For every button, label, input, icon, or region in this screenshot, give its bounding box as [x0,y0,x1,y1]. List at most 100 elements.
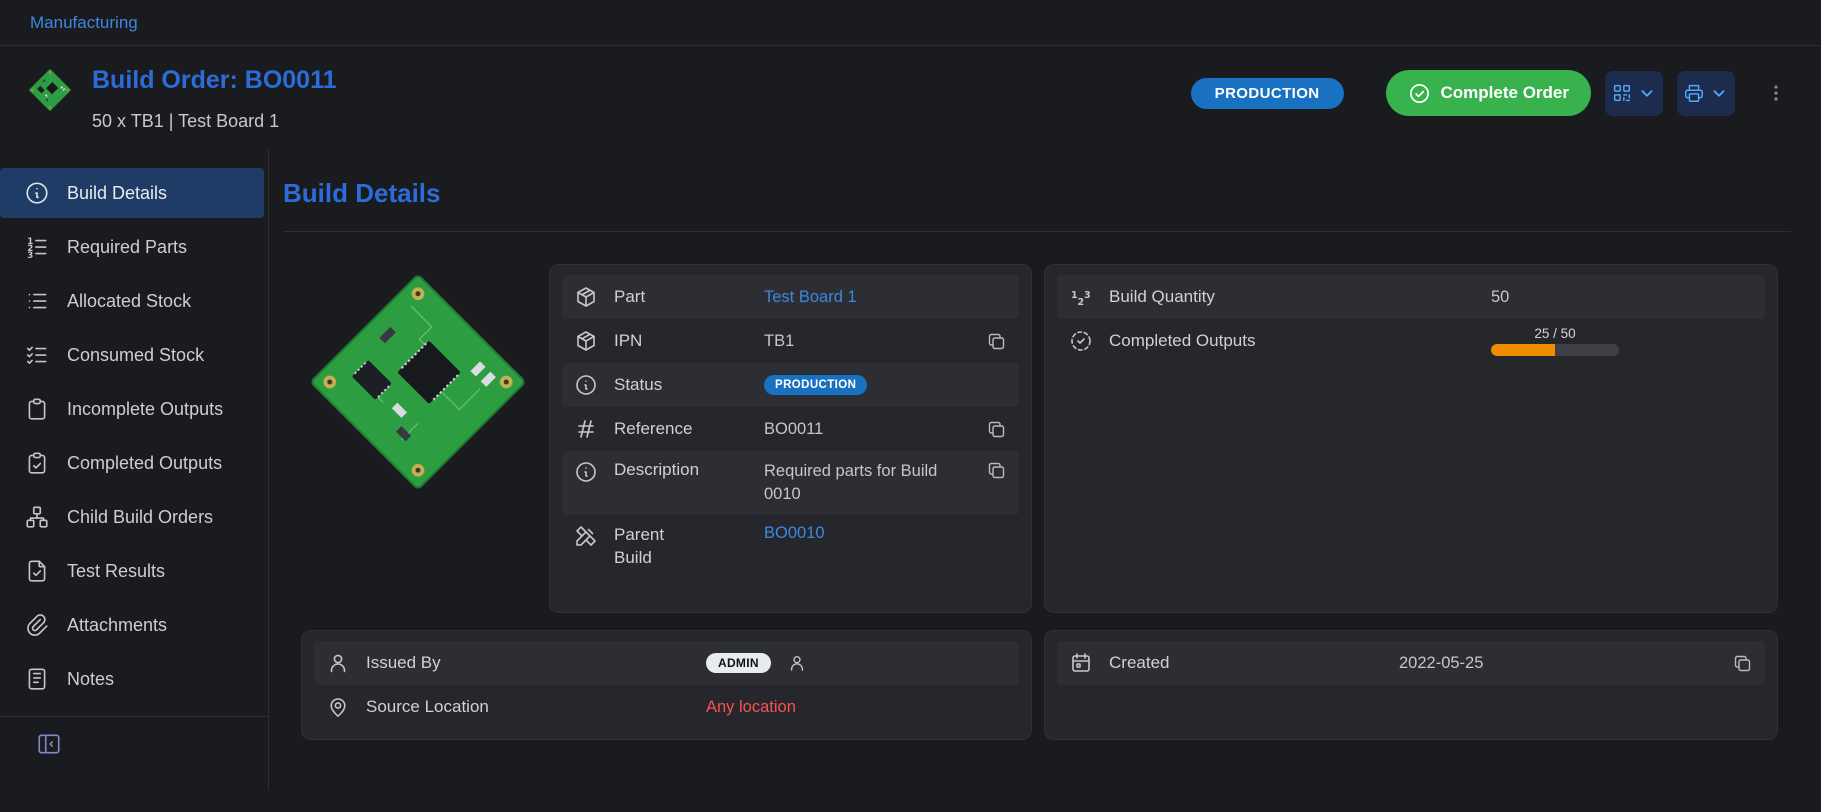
source-location-value: Any location [706,698,796,717]
detail-row-part: Part Test Board 1 [562,275,1019,319]
barcode-actions-button[interactable] [1605,71,1663,116]
copy-ipn-button[interactable] [986,331,1007,352]
copy-created-button[interactable] [1732,653,1753,674]
copy-icon [986,331,1007,352]
sidebar-item-incomplete-outputs[interactable]: Incomplete Outputs [0,384,264,434]
sidebar-item-label: Build Details [67,183,167,204]
clipboard-icon [24,396,50,422]
sidebar-item-test-results[interactable]: Test Results [0,546,264,596]
admin-badge: ADMIN [706,653,771,673]
completed-outputs-row: Completed Outputs 25 / 50 [1057,319,1765,363]
sidebar-item-label: Child Build Orders [67,507,213,528]
content-column-left: Part Test Board 1 IPN TB1 [301,264,1032,740]
sidebar-item-completed-outputs[interactable]: Completed Outputs [0,438,264,488]
header-actions: PRODUCTION Complete Order [1191,66,1793,116]
copy-reference-button[interactable] [986,419,1007,440]
status-badge: PRODUCTION [1191,78,1344,109]
main-content: Build Details Part Test Board 1 [269,148,1821,790]
sitemap-icon [24,504,50,530]
heading-divider [283,231,1791,232]
copy-icon [986,419,1007,440]
part-link[interactable]: Test Board 1 [764,288,857,307]
more-actions-button[interactable] [1759,81,1793,105]
description-label: Description [614,460,764,480]
completed-outputs-progress: 25 / 50 [1491,326,1619,356]
source-location-label: Source Location [366,697,706,717]
quantity-panel: Build Quantity 50 Completed Outputs 25 /… [1044,264,1778,613]
details-row: Part Test Board 1 IPN TB1 [301,264,1032,613]
sidebar-item-required-parts[interactable]: Required Parts [0,222,264,272]
list-icon [24,288,50,314]
sidebar-item-build-details[interactable]: Build Details [0,168,264,218]
detail-row-ipn: IPN TB1 [562,319,1019,363]
issued-by-label: Issued By [366,653,706,673]
content-column-right: Build Quantity 50 Completed Outputs 25 /… [1044,264,1778,740]
issued-by-row: Issued By ADMIN [314,641,1019,685]
printer-icon [1683,82,1705,104]
sidebar-collapse-icon [36,731,62,757]
status-label: Status [614,375,764,395]
status-value-badge: PRODUCTION [764,375,867,395]
progress-check-icon [1069,329,1093,353]
page-title: Build Order: BO0011 [92,66,337,95]
parent-build-link[interactable]: BO0010 [764,524,825,543]
progress-text: 25 / 50 [1534,326,1575,341]
sidebar-item-notes[interactable]: Notes [0,654,264,704]
detail-row-description: Description Required parts for Build 001… [562,451,1019,515]
sidebar-item-label: Attachments [67,615,167,636]
clipboard-check-icon [24,450,50,476]
sidebar-footer [0,716,268,758]
completed-outputs-label: Completed Outputs [1109,331,1491,351]
detail-row-parent-build: Parent Build BO0010 [562,515,1019,579]
sidebar-item-label: Notes [67,669,114,690]
build-details-panel: Part Test Board 1 IPN TB1 [549,264,1032,613]
hash-icon [574,417,598,441]
created-panel: Created 2022-05-25 [1044,630,1778,740]
sidebar-item-label: Test Results [67,561,165,582]
sidebar-item-child-build-orders[interactable]: Child Build Orders [0,492,264,542]
map-pin-icon [326,695,350,719]
detail-row-status: Status PRODUCTION [562,363,1019,407]
info-circle-icon [574,373,598,397]
sidebar-item-allocated-stock[interactable]: Allocated Stock [0,276,264,326]
created-label: Created [1109,653,1399,673]
source-location-row: Source Location Any location [314,685,1019,729]
package-icon [574,329,598,353]
complete-order-label: Complete Order [1441,83,1569,103]
build-thumbnail[interactable] [26,66,74,114]
sidebar-item-label: Consumed Stock [67,345,204,366]
part-label: Part [614,287,764,307]
created-value: 2022-05-25 [1399,654,1483,673]
build-quantity-label: Build Quantity [1109,287,1491,307]
pcb-image [301,264,535,500]
issue-panel: Issued By ADMIN Source Location Any loca… [301,630,1032,740]
body-row: Build Details Required Parts Allocated S… [0,148,1821,790]
content-grid: Part Test Board 1 IPN TB1 [301,264,1791,740]
copy-icon [1732,653,1753,674]
breadcrumb-manufacturing[interactable]: Manufacturing [30,13,138,33]
sidebar-item-attachments[interactable]: Attachments [0,600,264,650]
circle-check-icon [1408,82,1431,105]
complete-order-button[interactable]: Complete Order [1386,70,1591,116]
header-titles: Build Order: BO0011 50 x TB1 | Test Boar… [92,66,337,132]
parent-build-label: Parent Build [614,524,764,570]
user-icon [787,653,807,673]
info-circle-icon [574,460,598,484]
package-icon [574,285,598,309]
print-actions-button[interactable] [1677,71,1735,116]
sidebar-collapse-button[interactable] [30,730,68,758]
info-circle-icon [24,180,50,206]
calendar-icon [1069,651,1093,675]
copy-description-button[interactable] [986,460,1007,481]
sidebar-item-consumed-stock[interactable]: Consumed Stock [0,330,264,380]
detail-row-reference: Reference BO0011 [562,407,1019,451]
progress-track [1491,344,1619,356]
list-check-icon [24,342,50,368]
page-header: Build Order: BO0011 50 x TB1 | Test Boar… [0,46,1821,148]
issued-by-value: ADMIN [706,653,807,673]
page-subtitle: 50 x TB1 | Test Board 1 [92,111,337,132]
notes-icon [24,666,50,692]
breadcrumb: Manufacturing [0,0,1821,46]
report-icon [24,558,50,584]
part-image[interactable] [301,264,535,613]
